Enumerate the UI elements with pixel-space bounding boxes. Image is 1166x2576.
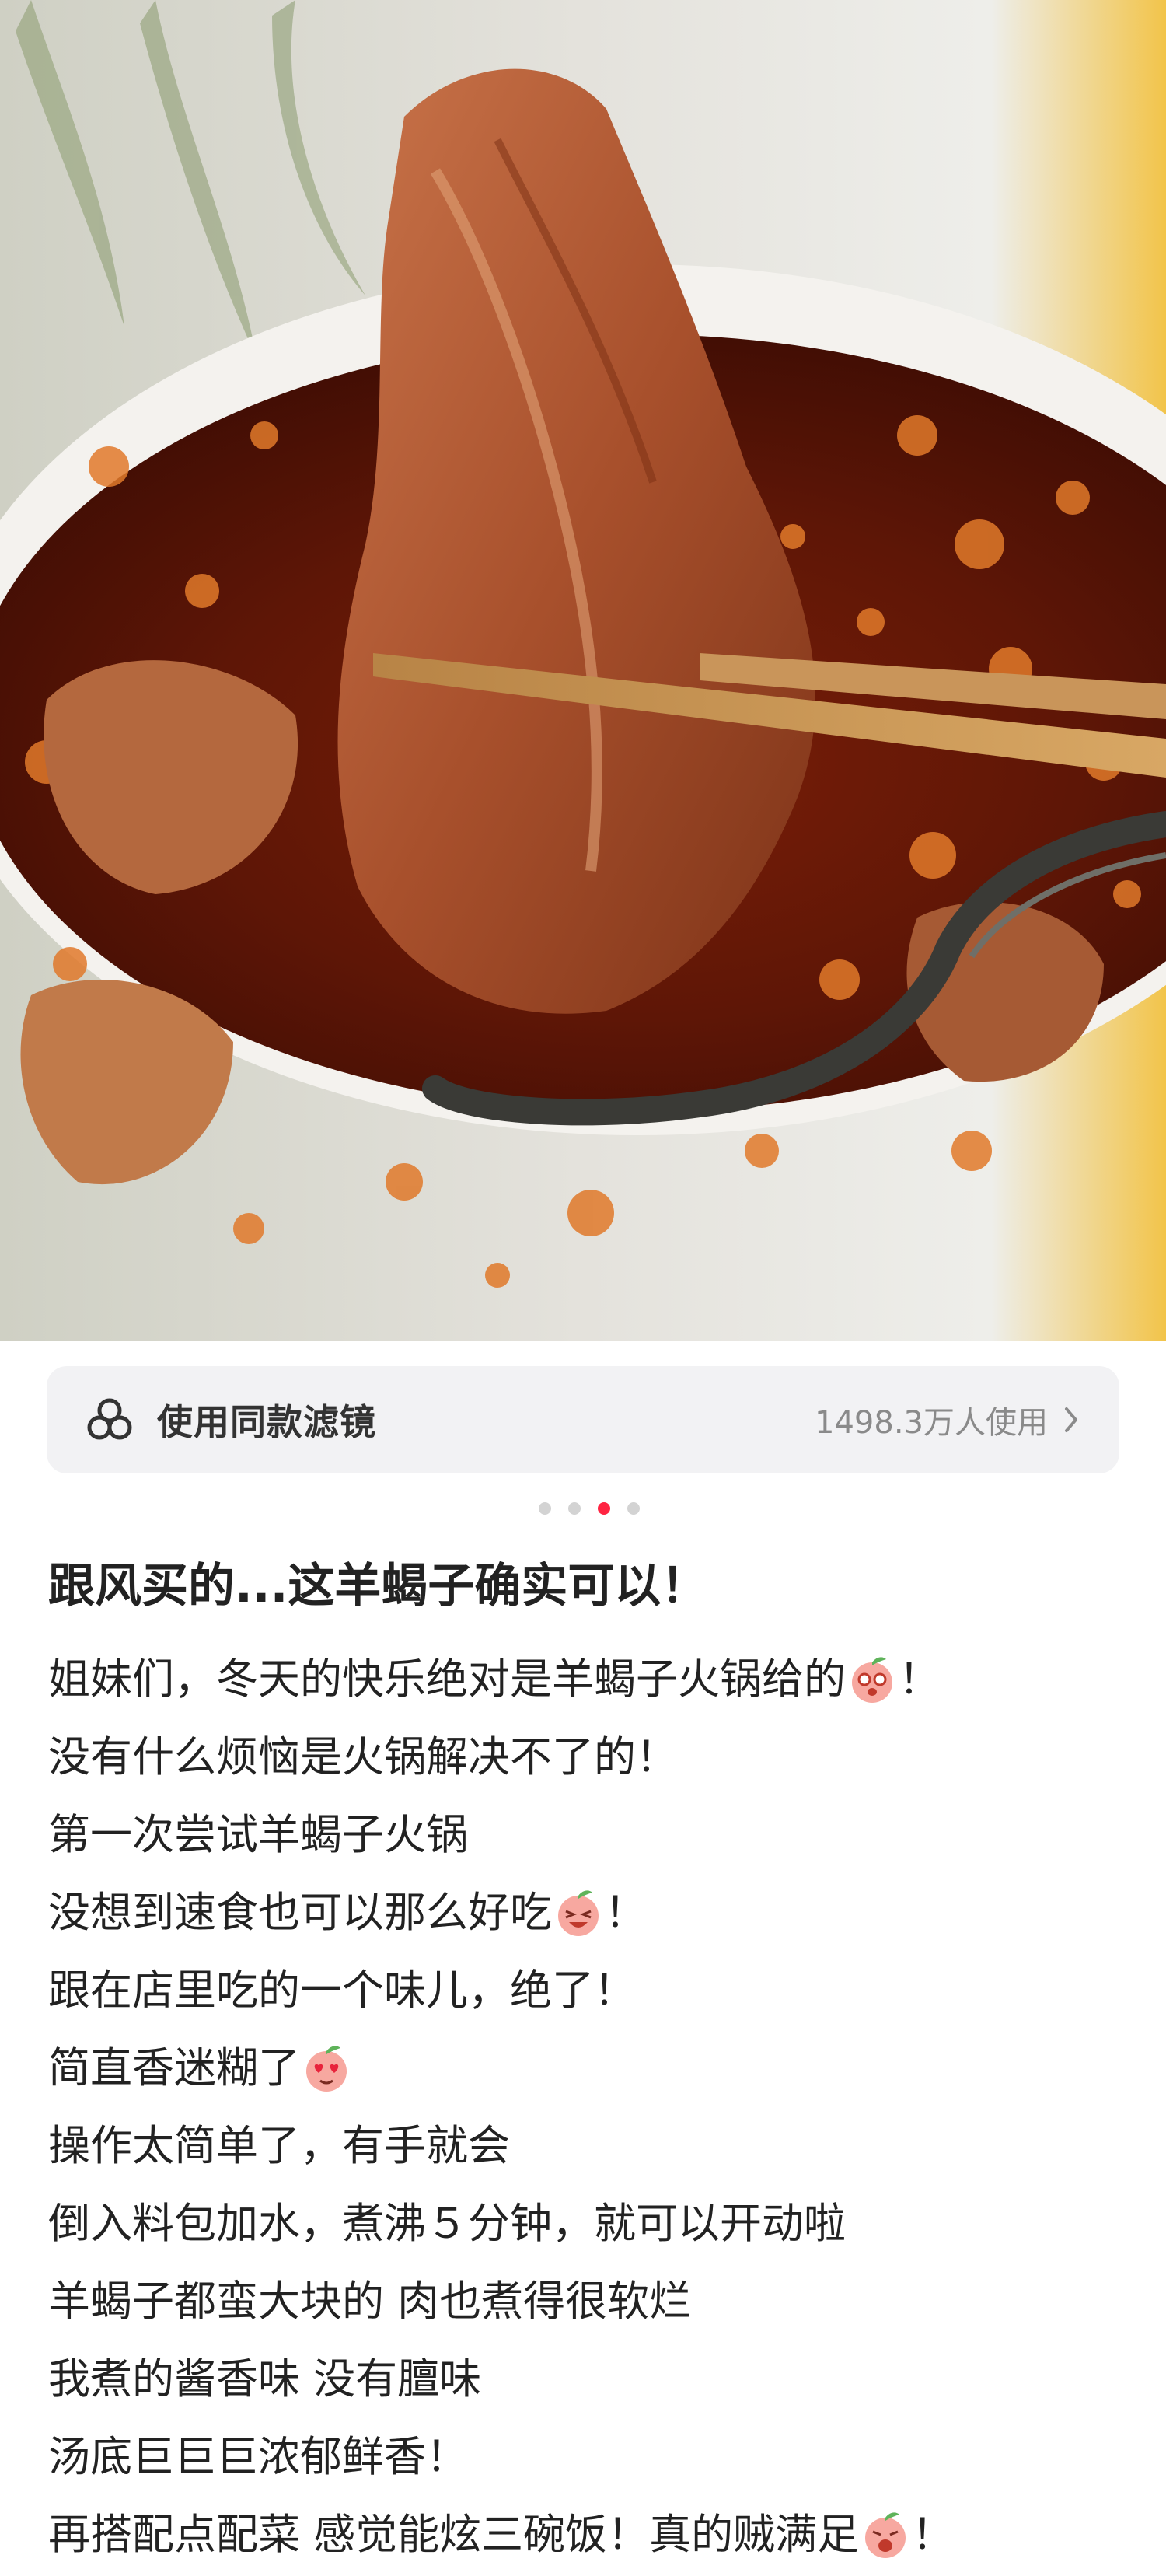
carousel-dot[interactable]: [539, 1502, 551, 1515]
post-body: 姐妹们，冬天的快乐绝对是羊蝎子火锅给的 ！ 没有什么烦恼是火锅解决不了的！ 第一…: [48, 1641, 1152, 2574]
post-line-text: 羊蝎子都蛮大块的 肉也煮得很软烂: [48, 2277, 692, 2326]
post-title: 跟风买的...这羊蝎子确实可以！: [48, 1559, 708, 1613]
peach-heart-eyes-emoji: [306, 2046, 347, 2092]
post-line: 再搭配点配菜 感觉能炫三碗饭！真的贼满足 ！: [48, 2496, 1152, 2574]
post-line-text: 没有什么烦恼是火锅解决不了的！: [48, 1732, 678, 1781]
peach-excited-emoji: [865, 2512, 906, 2558]
post-line-text: 姐妹们，冬天的快乐绝对是羊蝎子火锅给的: [48, 1655, 846, 1704]
post-line-text: 简直香迷糊了: [48, 2043, 300, 2092]
post-line-text: 操作太简单了，有手就会: [48, 2121, 510, 2170]
hotpot-photo-illustration: [0, 0, 1166, 1341]
post-line-suffix: ！: [912, 2510, 955, 2559]
post-line: 汤底巨巨巨浓郁鲜香！: [48, 2418, 1152, 2496]
post-line-text: 第一次尝试羊蝎子火锅: [48, 1810, 468, 1859]
peach-grin-emoji: [558, 1890, 599, 1936]
post-line: 没有什么烦恼是火锅解决不了的！: [48, 1718, 1152, 1796]
post-line-suffix: ！: [605, 1888, 647, 1937]
chevron-right-icon: [1065, 1407, 1077, 1432]
use-same-filter-bar[interactable]: 使用同款滤镜 1498.3万人使用: [47, 1366, 1119, 1473]
post-line: 倒入料包加水，煮沸５分钟，就可以开动啦: [48, 2185, 1152, 2263]
post-line-text: 我煮的酱香味 没有膻味: [48, 2354, 482, 2403]
post-line-text: 再搭配点配菜 感觉能炫三碗饭！真的贼满足: [48, 2510, 860, 2559]
carousel-dot[interactable]: [627, 1502, 640, 1515]
post-line: 操作太简单了，有手就会: [48, 2107, 1152, 2185]
post-line: 跟在店里吃的一个味儿，绝了！: [48, 1952, 1152, 2029]
carousel-dot[interactable]: [568, 1502, 581, 1515]
post-photo[interactable]: [0, 0, 1166, 1341]
filter-circles-icon: [87, 1398, 132, 1440]
carousel-indicator: [6, 1502, 1166, 1515]
post-line: 羊蝎子都蛮大块的 肉也煮得很软烂: [48, 2263, 1152, 2340]
post-line-suffix: ！: [899, 1655, 941, 1704]
post-line-text: 没想到速食也可以那么好吃: [48, 1888, 552, 1937]
post-line: 简直香迷糊了: [48, 2029, 1152, 2107]
filter-label: 使用同款滤镜: [157, 1401, 376, 1443]
post-line-text: 汤底巨巨巨浓郁鲜香！: [48, 2432, 468, 2481]
post-line-text: 倒入料包加水，煮沸５分钟，就可以开动啦: [48, 2199, 846, 2248]
post-line: 姐妹们，冬天的快乐绝对是羊蝎子火锅给的 ！: [48, 1641, 1152, 1718]
carousel-dot-active[interactable]: [598, 1502, 610, 1515]
post-line: 第一次尝试羊蝎子火锅: [48, 1796, 1152, 1874]
filter-usage-count: 1498.3万人使用: [815, 1405, 1048, 1441]
post-line-text: 跟在店里吃的一个味儿，绝了！: [48, 1966, 636, 2015]
post-line: 没想到速食也可以那么好吃 ！: [48, 1874, 1152, 1952]
peach-drooling-emoji: [852, 1657, 892, 1703]
post-line: 我煮的酱香味 没有膻味: [48, 2340, 1152, 2418]
